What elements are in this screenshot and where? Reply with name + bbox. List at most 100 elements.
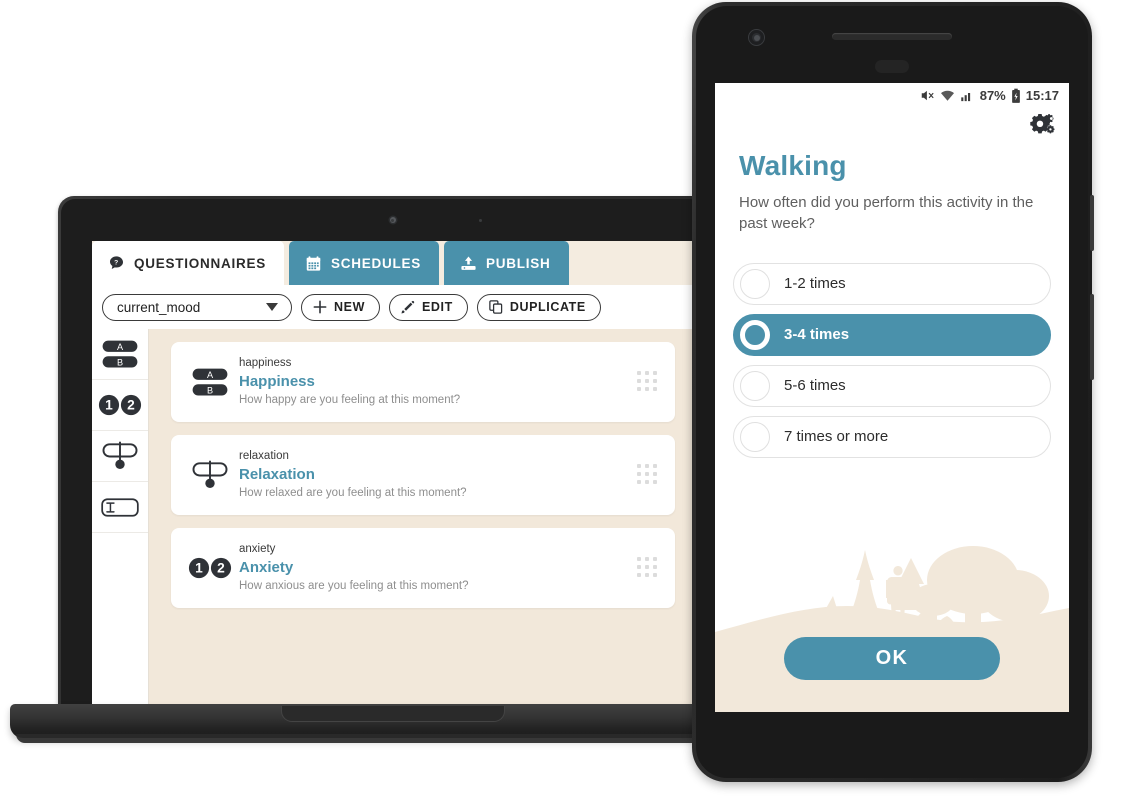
question-card-text: relaxation Relaxation How relaxed are yo…	[235, 448, 637, 502]
signal-icon	[960, 88, 975, 103]
svg-text:B: B	[207, 385, 213, 395]
question-card-text: happiness Happiness How happy are you fe…	[235, 355, 637, 409]
phone-device: 87% 15:17 Walking How often did you perf…	[692, 2, 1094, 782]
tab-label: SCHEDULES	[331, 255, 422, 271]
slider-icon	[192, 460, 228, 488]
phone-screen: 87% 15:17 Walking How often did you perf…	[715, 83, 1069, 712]
drag-handle-icon[interactable]	[637, 371, 659, 393]
svg-text:?: ?	[114, 259, 119, 266]
ab-choice-icon: AB	[102, 340, 138, 368]
question-card-text: anxiety Anxiety How anxious are you feel…	[235, 541, 637, 595]
activity-question: How often did you perform this activity …	[739, 194, 1034, 233]
battery-percent: 87%	[979, 88, 1006, 103]
tool-rail-item-text-field[interactable]	[92, 482, 148, 533]
laptop-foot	[16, 734, 770, 743]
phone-front-camera-icon	[749, 30, 764, 45]
tab-bar: ? QUESTIONNAIRES SCHEDULES PUBLISH	[92, 241, 694, 285]
phone-body: 87% 15:17 Walking How often did you perf…	[692, 2, 1094, 782]
question-key: relaxation	[239, 450, 289, 463]
drag-handle-icon[interactable]	[637, 557, 659, 579]
question-key: happiness	[239, 357, 292, 370]
edit-button[interactable]: EDIT	[388, 293, 468, 321]
laptop-bezel	[61, 199, 725, 245]
phone-sensor	[875, 60, 909, 73]
question-prompt: How relaxed are you feeling at this mome…	[239, 487, 467, 500]
volume-button[interactable]	[1090, 195, 1094, 251]
chevron-down-icon	[266, 303, 278, 311]
tab-label: PUBLISH	[486, 255, 551, 271]
landscape-illustration	[715, 546, 1069, 712]
questionnaire-select[interactable]: current_mood	[102, 293, 292, 321]
phone-header: Walking How often did you perform this a…	[715, 136, 1069, 235]
tool-rail-item-numeric-choice[interactable]: 12	[92, 380, 148, 431]
questionnaire-select-value: current_mood	[117, 299, 201, 315]
duplicate-button[interactable]: DUPLICATE	[476, 293, 601, 321]
text-field-icon	[101, 497, 139, 517]
battery-icon	[1011, 88, 1021, 104]
laptop-lid-inner: ? QUESTIONNAIRES SCHEDULES PUBLISH curre…	[61, 199, 725, 713]
laptop-mic-dot-left	[391, 219, 394, 222]
tab-publish[interactable]: PUBLISH	[444, 241, 569, 285]
laptop-lid: ? QUESTIONNAIRES SCHEDULES PUBLISH curre…	[58, 196, 728, 716]
question-prompt: How happy are you feeling at this moment…	[239, 394, 461, 407]
mute-icon	[920, 88, 935, 103]
one-two-circles-icon: 12	[188, 557, 232, 579]
answer-option-label: 5-6 times	[784, 377, 846, 395]
answer-option[interactable]: 7 times or more	[733, 415, 1051, 458]
radio-icon	[740, 268, 770, 299]
svg-text:1: 1	[195, 561, 203, 576]
question-type-icon-wrap: 12	[185, 556, 235, 580]
question-card[interactable]: 12 anxiety Anxiety How anxious are you f…	[171, 528, 675, 608]
question-prompt: How anxious are you feeling at this mome…	[239, 580, 469, 593]
clock-time: 15:17	[1025, 88, 1059, 103]
phone-footer: OK	[715, 544, 1069, 712]
question-key: anxiety	[239, 543, 276, 556]
answer-option-label: 7 times or more	[784, 428, 889, 446]
svg-text:A: A	[117, 341, 124, 351]
tool-rail-item-slider[interactable]	[92, 431, 148, 482]
phone-earpiece	[832, 33, 952, 40]
slider-icon	[102, 441, 138, 469]
laptop-mic-dot-right	[479, 219, 482, 222]
answer-option[interactable]: 5-6 times	[733, 364, 1051, 407]
svg-text:2: 2	[217, 561, 225, 576]
power-button[interactable]	[1090, 294, 1094, 380]
tool-rail: AB 12	[92, 329, 149, 711]
question-type-icon-wrap: AB	[185, 365, 235, 400]
drag-handle-icon[interactable]	[637, 464, 659, 486]
one-two-circles-icon: 12	[98, 394, 142, 416]
answer-options: 1-2 times 3-4 times 5-6 times 7 times or…	[715, 235, 1069, 458]
question-title: Anxiety	[239, 558, 294, 576]
copy-icon	[488, 299, 504, 315]
answer-option-selected[interactable]: 3-4 times	[733, 313, 1051, 356]
calendar-icon	[305, 255, 322, 272]
tab-label: QUESTIONNAIRES	[134, 255, 267, 271]
radio-icon	[740, 421, 770, 452]
question-card[interactable]: relaxation Relaxation How relaxed are yo…	[171, 435, 675, 515]
radio-icon-selected	[740, 319, 770, 350]
question-list: AB happiness Happiness How happy are you…	[149, 329, 694, 711]
tab-questionnaires[interactable]: ? QUESTIONNAIRES	[92, 241, 285, 285]
status-bar: 87% 15:17	[715, 83, 1069, 108]
upload-icon	[460, 255, 477, 272]
ok-button[interactable]: OK	[784, 637, 1000, 680]
question-card[interactable]: AB happiness Happiness How happy are you…	[171, 342, 675, 422]
edit-button-label: EDIT	[421, 300, 453, 314]
answer-option-label: 1-2 times	[784, 275, 846, 293]
plus-icon	[312, 299, 328, 315]
tool-rail-item-ab-choice[interactable]: AB	[92, 329, 148, 380]
activity-title: Walking	[739, 150, 847, 181]
new-button[interactable]: NEW	[301, 293, 380, 321]
pencil-icon	[400, 299, 416, 315]
svg-text:1: 1	[105, 398, 113, 413]
answer-option[interactable]: 1-2 times	[733, 262, 1051, 305]
tab-schedules[interactable]: SCHEDULES	[289, 241, 440, 285]
new-button-label: NEW	[334, 300, 365, 314]
work-area: AB 12 A B happiness Happiness How happy …	[92, 329, 694, 711]
gears-icon	[1030, 114, 1055, 134]
radio-icon	[740, 370, 770, 401]
settings-button[interactable]	[715, 108, 1069, 136]
toolbar: current_mood NEW EDIT DUPLICATE	[92, 285, 694, 329]
answer-option-label: 3-4 times	[784, 326, 850, 344]
svg-text:A: A	[207, 369, 214, 379]
